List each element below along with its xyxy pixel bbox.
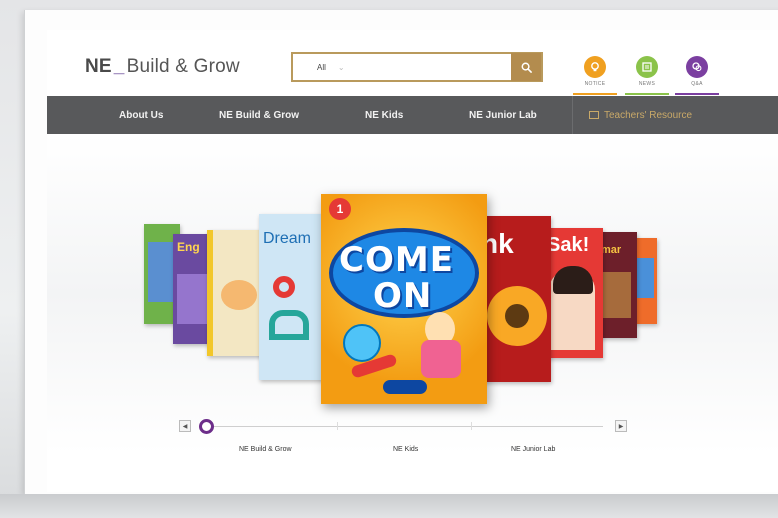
notice-underline bbox=[573, 93, 617, 95]
qa-label: Q&A bbox=[691, 81, 703, 87]
book-title: Sak! bbox=[547, 234, 590, 256]
chevron-down-icon: ⌄ bbox=[337, 62, 345, 72]
nav-divider bbox=[572, 96, 573, 134]
newspaper-icon bbox=[636, 56, 658, 78]
arrow-left-icon: ◀ bbox=[182, 423, 188, 430]
search-bar: All ⌄ bbox=[291, 52, 543, 82]
slider-label-ne-build-grow[interactable]: NE Build & Grow bbox=[239, 446, 292, 453]
search-scope-value: All bbox=[317, 62, 326, 72]
search-icon bbox=[521, 62, 532, 73]
search-button[interactable] bbox=[511, 53, 541, 81]
book-cover[interactable]: Dream bbox=[259, 214, 325, 380]
nav-item-ne-junior-lab[interactable]: NE Junior Lab bbox=[469, 96, 537, 134]
teachers-resource-label: Teachers' Resource bbox=[604, 109, 693, 121]
notice-label: NOTICE bbox=[584, 81, 606, 87]
news-label: NEWS bbox=[638, 81, 656, 87]
site-logo[interactable]: NE _ Build & Grow bbox=[85, 56, 240, 78]
book-icon bbox=[589, 111, 599, 119]
bulb-icon bbox=[584, 56, 606, 78]
featured-book-cover[interactable]: 1 COME ON bbox=[321, 194, 487, 404]
slider-track[interactable] bbox=[207, 426, 603, 427]
featured-title-line2: ON bbox=[373, 276, 433, 316]
book-title: Dream bbox=[263, 230, 312, 247]
logo-underscore: _ bbox=[113, 56, 125, 77]
book-carousel: Eng Dream mar Sak! nk 1 COME ON bbox=[47, 134, 778, 454]
book-cover[interactable]: nk bbox=[479, 216, 551, 382]
monitor-bezel bbox=[0, 494, 778, 518]
book-title: mar bbox=[601, 244, 622, 256]
slider-label-ne-kids[interactable]: NE Kids bbox=[393, 446, 418, 453]
slider-label-ne-junior-lab[interactable]: NE Junior Lab bbox=[511, 446, 555, 453]
search-scope-select[interactable]: All ⌄ bbox=[293, 63, 367, 72]
arrow-right-icon: ▶ bbox=[618, 423, 624, 430]
nav-item-teachers-resource[interactable]: Teachers' Resource bbox=[589, 96, 692, 134]
featured-title-line1: COME bbox=[339, 240, 454, 280]
slider-prev-button[interactable]: ◀ bbox=[179, 420, 191, 432]
notice-link[interactable]: NOTICE bbox=[573, 56, 617, 95]
nav-item-ne-build-grow[interactable]: NE Build & Grow bbox=[219, 96, 299, 134]
slider-handle[interactable] bbox=[199, 419, 214, 434]
chat-icon bbox=[686, 56, 708, 78]
slider-tick bbox=[337, 422, 338, 430]
news-underline bbox=[625, 93, 669, 95]
logo-name: Build & Grow bbox=[126, 56, 240, 77]
carousel-slider: ◀ ▶ NE Build & Grow NE Kids NE Junior La… bbox=[47, 419, 778, 470]
qa-link[interactable]: Q&A bbox=[675, 56, 719, 95]
book-cover[interactable]: Sak! bbox=[543, 228, 603, 358]
book-cover[interactable]: mar bbox=[597, 232, 637, 338]
search-input[interactable] bbox=[367, 54, 511, 80]
qa-underline bbox=[675, 93, 719, 95]
logo-prefix: NE bbox=[85, 56, 112, 77]
nav-item-ne-kids[interactable]: NE Kids bbox=[365, 96, 403, 134]
main-nav: About Us NE Build & Grow NE Kids NE Juni… bbox=[47, 96, 778, 134]
level-badge: 1 bbox=[329, 198, 351, 220]
slider-tick bbox=[471, 422, 472, 430]
book-cover[interactable] bbox=[207, 230, 263, 356]
nav-item-about-us[interactable]: About Us bbox=[119, 96, 163, 134]
website-screen: NE _ Build & Grow All ⌄ NOTICE NEWS Q&A … bbox=[47, 30, 778, 492]
slider-next-button[interactable]: ▶ bbox=[615, 420, 627, 432]
news-link[interactable]: NEWS bbox=[625, 56, 669, 95]
